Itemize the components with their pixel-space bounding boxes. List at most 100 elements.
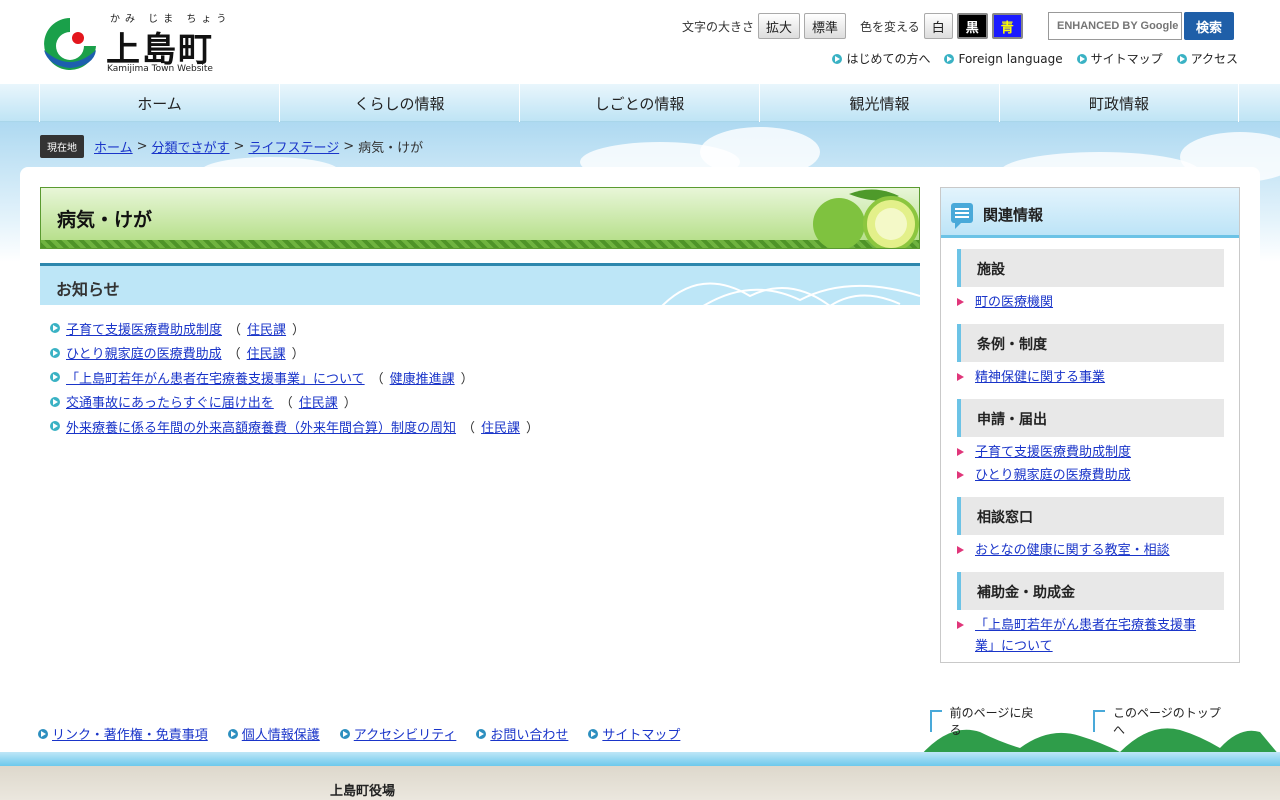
site-logo[interactable]: かみ じま ちょう 上島町 Kamijima Town Website [40, 10, 226, 74]
sidebar-category: 施設 [957, 249, 1224, 287]
news-dept-link[interactable]: 住民課 [247, 343, 286, 362]
sidebar-item[interactable]: 「上島町若年がん患者在宅療養支援事業」について [957, 615, 1215, 657]
list-item: 外来療養に係る年間の外来高額療養費（外来年間合算）制度の周知（住民課） [50, 414, 545, 439]
arrow-circle-icon [50, 396, 60, 407]
search-input[interactable] [1048, 12, 1182, 40]
breadcrumb-current: 病気・けが [358, 141, 424, 156]
page-title: 病気・けが [57, 209, 153, 231]
arrow-circle-icon [944, 53, 955, 64]
back-button[interactable]: 前のページに戻る [930, 704, 1041, 738]
list-item: 「上島町若年がん患者在宅療養支援事業」について（健康推進課） [50, 365, 545, 390]
news-heading: お知らせ [56, 280, 120, 299]
news-link[interactable]: 子育て支援医療費助成制度 [66, 319, 222, 338]
color-black-button[interactable]: 黒 [956, 13, 988, 39]
footer-wave [0, 752, 1280, 766]
arrow-circle-icon [1176, 53, 1187, 64]
sidebar-category: 相談窓口 [957, 497, 1224, 535]
arrow-circle-icon [1076, 53, 1087, 64]
wave-decoration-icon [661, 282, 920, 305]
arrow-circle-icon [50, 323, 60, 334]
breadcrumb-category[interactable]: 分類でさがす [152, 137, 230, 156]
news-link[interactable]: ひとり親家庭の医療費助成 [66, 343, 222, 362]
town-emblem-icon [44, 18, 96, 70]
breadcrumb-home[interactable]: ホーム [94, 137, 133, 156]
townhall-name: 上島町役場 [330, 784, 396, 799]
footer-link-privacy[interactable]: 個人情報保護 [227, 724, 320, 743]
footer-sand [0, 766, 1280, 800]
breadcrumb-here-label: 現在地 [40, 135, 84, 158]
list-item: ひとり親家庭の医療費助成（住民課） [50, 341, 545, 366]
news-heading-bar: お知らせ [40, 263, 920, 305]
nav-government[interactable]: 町政情報 [999, 84, 1239, 122]
header-sublinks: はじめての方へ Foreign language サイトマップ アクセス [818, 50, 1238, 67]
sublink-beginners[interactable]: はじめての方へ [832, 50, 930, 67]
list-item: 交通事故にあったらすぐに届け出を（住民課） [50, 390, 545, 415]
sidebar-category: 申請・届出 [957, 399, 1224, 437]
color-blue-button[interactable]: 青 [991, 13, 1023, 39]
footer-link-contact[interactable]: お問い合わせ [476, 724, 568, 743]
speech-bubble-icon [951, 203, 973, 229]
news-dept-link[interactable]: 健康推進課 [390, 368, 455, 387]
nav-home[interactable]: ホーム [39, 84, 279, 122]
list-item: 子育て支援医療費助成制度（住民課） [50, 316, 545, 341]
arrow-circle-icon [50, 421, 60, 432]
news-dept-link[interactable]: 住民課 [299, 392, 338, 411]
sidebar-header: 関連情報 [941, 188, 1239, 238]
logo-english: Kamijima Town Website [107, 64, 213, 74]
sidebar-item[interactable]: 町の医療機関 [957, 292, 1227, 313]
up-arrow-icon [1093, 710, 1106, 732]
site-header: かみ じま ちょう 上島町 Kamijima Town Website 文字の大… [0, 0, 1280, 84]
arrow-right-icon [957, 621, 964, 629]
lime-illustration-icon [813, 189, 919, 248]
news-dept-link[interactable]: 住民課 [481, 417, 520, 436]
font-size-label: 文字の大きさ [682, 19, 755, 34]
sublink-sitemap[interactable]: サイトマップ [1076, 50, 1163, 67]
search-button[interactable]: 検索 [1184, 12, 1234, 40]
news-list: 子育て支援医療費助成制度（住民課） ひとり親家庭の医療費助成（住民課） 「上島町… [50, 316, 545, 439]
arrow-right-icon [957, 298, 964, 306]
site-search: 検索 [1048, 12, 1234, 40]
news-link[interactable]: 「上島町若年がん患者在宅療養支援事業」について [66, 368, 365, 387]
font-standard-button[interactable]: 標準 [804, 13, 847, 39]
arrow-circle-icon [50, 347, 60, 358]
footer-links: リンク・著作権・免責事項 個人情報保護 アクセシビリティ お問い合わせ サイトマ… [38, 724, 700, 743]
breadcrumb-lifestage[interactable]: ライフステージ [248, 137, 339, 156]
page-top-button[interactable]: このページのトップへ [1093, 704, 1228, 738]
arrow-circle-icon [227, 728, 238, 739]
nav-tourism[interactable]: 観光情報 [759, 84, 999, 122]
sidebar-item[interactable]: 精神保健に関する事業 [957, 367, 1227, 388]
arrow-circle-icon [588, 728, 599, 739]
sidebar-category: 補助金・助成金 [957, 572, 1224, 610]
sidebar-item[interactable]: ひとり親家庭の医療費助成 [957, 465, 1227, 486]
footer-link-sitemap[interactable]: サイトマップ [588, 724, 680, 743]
page-navigation: 前のページに戻る このページのトップへ [930, 704, 1280, 738]
global-nav: ホーム くらしの情報 しごとの情報 観光情報 町政情報 [0, 84, 1280, 122]
news-link[interactable]: 外来療養に係る年間の外来高額療養費（外来年間合算）制度の周知 [66, 417, 456, 436]
breadcrumb: 現在地 ホーム > 分類でさがす > ライフステージ > 病気・けが [40, 135, 423, 158]
nav-work[interactable]: しごとの情報 [519, 84, 759, 122]
sublink-access[interactable]: アクセス [1176, 50, 1238, 67]
return-arrow-icon [930, 710, 942, 732]
footer-link-accessibility[interactable]: アクセシビリティ [339, 724, 456, 743]
arrow-circle-icon [476, 728, 487, 739]
page-title-banner: 病気・けが [40, 187, 920, 249]
sidebar-item[interactable]: 子育て支援医療費助成制度 [957, 442, 1227, 463]
arrow-right-icon [957, 471, 964, 479]
related-info-sidebar: 関連情報 施設 町の医療機関 条例・制度 精神保健に関する事業 申請・届出 子育… [940, 187, 1240, 663]
footer-link-copyright[interactable]: リンク・著作権・免責事項 [38, 724, 208, 743]
arrow-circle-icon [832, 53, 843, 64]
news-dept-link[interactable]: 住民課 [247, 319, 286, 338]
arrow-right-icon [957, 448, 964, 456]
font-enlarge-button[interactable]: 拡大 [758, 13, 801, 39]
sidebar-category: 条例・制度 [957, 324, 1224, 362]
arrow-circle-icon [50, 372, 60, 383]
sublink-foreign-language[interactable]: Foreign language [944, 50, 1063, 67]
nav-living[interactable]: くらしの情報 [279, 84, 519, 122]
arrow-right-icon [957, 546, 964, 554]
arrow-circle-icon [38, 728, 48, 739]
arrow-right-icon [957, 373, 964, 381]
color-white-button[interactable]: 白 [923, 13, 953, 39]
sidebar-heading: 関連情報 [983, 206, 1044, 224]
sidebar-item[interactable]: おとなの健康に関する教室・相談 [957, 540, 1227, 561]
news-link[interactable]: 交通事故にあったらすぐに届け出を [66, 392, 274, 411]
